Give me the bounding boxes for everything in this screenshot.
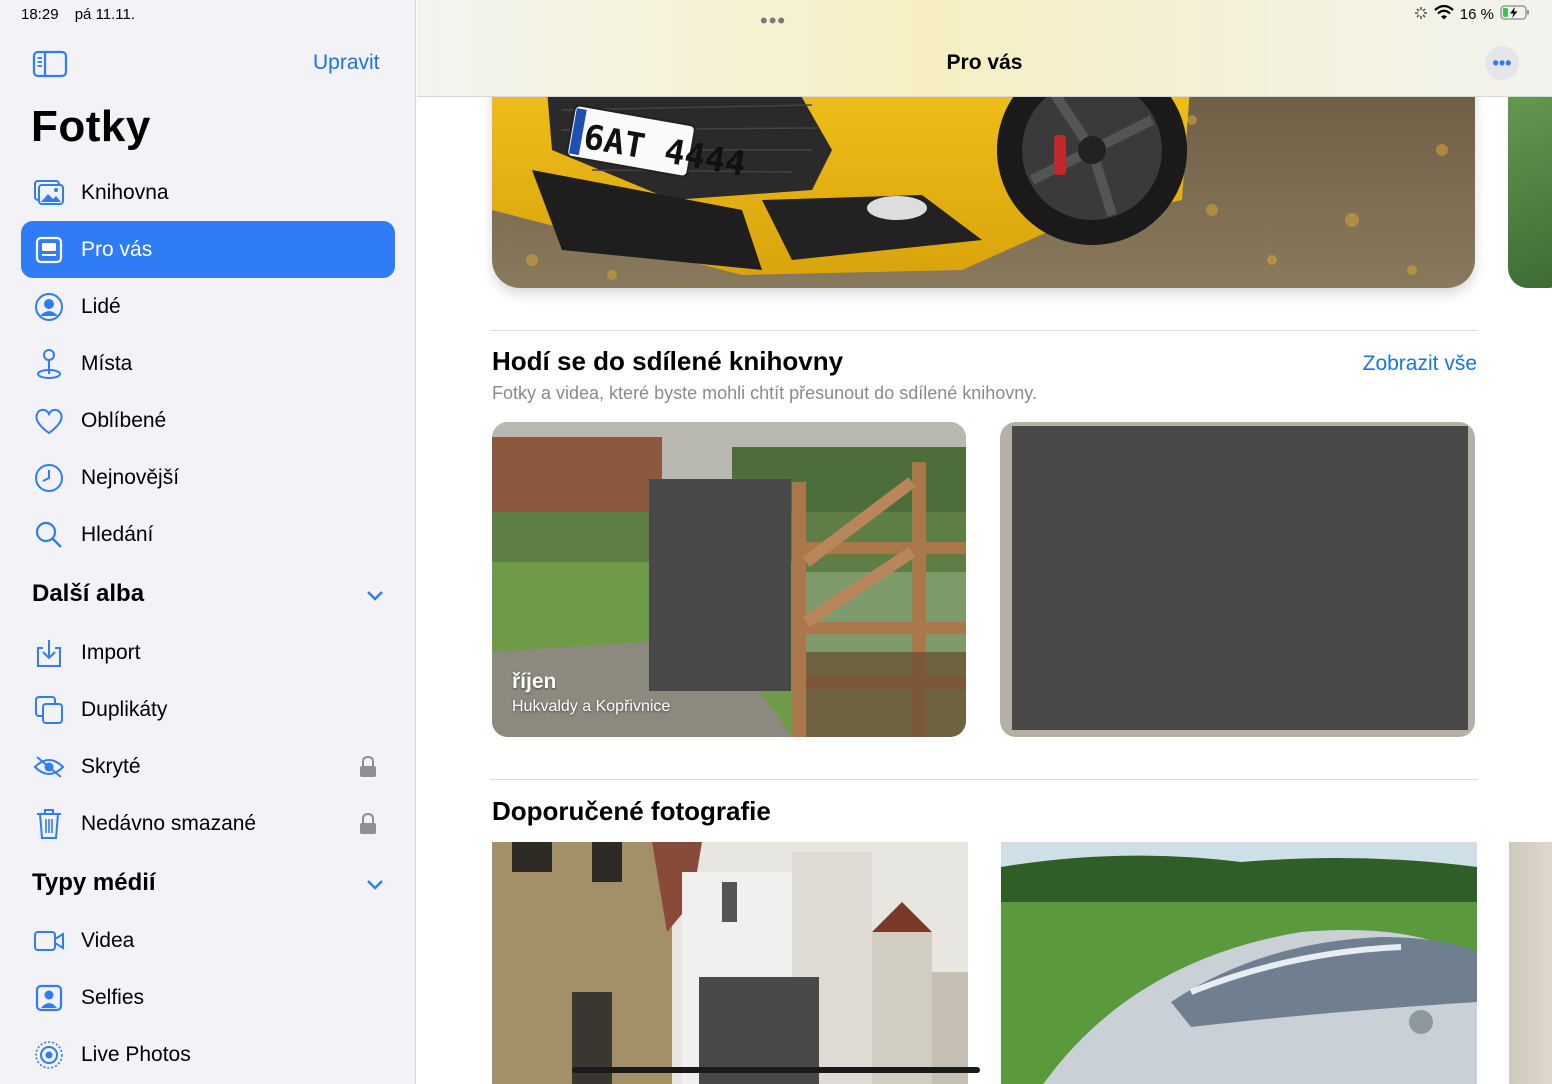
status-time: 18:29: [21, 6, 59, 23]
shared-library-subtitle: Fotky a videa, které byste mohli chtít p…: [492, 383, 1037, 403]
trash-icon: [33, 808, 65, 840]
screen: 18:29 pá 11.11. Upravit Fotky Knihovna P…: [0, 0, 1552, 1084]
clock-icon: [33, 462, 65, 494]
status-bar-left: 18:29 pá 11.11.: [21, 6, 147, 23]
main-content: 6AT 4444 ••• 16 % Pro vás ••• Hodí se do…: [417, 0, 1552, 1084]
import-icon: [33, 637, 65, 669]
sidebar-item-label: Lidé: [81, 294, 121, 318]
edit-button[interactable]: Upravit: [313, 51, 380, 75]
chevron-down-icon[interactable]: [364, 584, 386, 606]
sidebar-item-import[interactable]: Import: [21, 624, 395, 681]
battery-percent: 16 %: [1459, 6, 1494, 23]
navigation-bar: ••• 16 % Pro vás •••: [417, 0, 1552, 97]
sidebar-item-recently-deleted[interactable]: Nedávno smazané: [21, 795, 395, 852]
shared-suggestion-card-october[interactable]: říjen Hukvaldy a Kopřivnice: [492, 422, 966, 737]
people-icon: [33, 291, 65, 323]
section-divider: [490, 330, 1478, 331]
card-title: říjen: [512, 670, 557, 693]
sidebar-item-label: Skryté: [81, 754, 141, 778]
more-options-button[interactable]: •••: [1485, 46, 1519, 80]
redacted-area: [1012, 426, 1468, 730]
hidden-eye-icon: [33, 751, 65, 783]
sidebar-item-places[interactable]: Místa: [21, 335, 395, 392]
meadow-car-photo: [1001, 842, 1477, 1084]
show-all-link[interactable]: Zobrazit vše: [1363, 352, 1477, 376]
duplicates-icon: [33, 694, 65, 726]
sidebar-toggle-icon[interactable]: [32, 50, 68, 78]
sidebar-item-library[interactable]: Knihovna: [21, 164, 395, 221]
multitasking-dots-icon[interactable]: •••: [760, 8, 786, 34]
card-subtitle: Hukvaldy a Kopřivnice: [512, 698, 671, 715]
lock-icon: [359, 812, 377, 835]
for-you-icon: [33, 234, 65, 266]
sidebar-item-label: Videa: [81, 928, 135, 952]
lock-icon: [359, 755, 377, 778]
sidebar-item-label: Nedávno smazané: [81, 811, 257, 835]
featured-photo-next[interactable]: [1509, 842, 1552, 1084]
status-date: pá 11.11.: [74, 6, 136, 23]
section-media-types-header[interactable]: Typy médií: [32, 869, 156, 897]
sidebar-item-videos[interactable]: Videa: [21, 912, 395, 969]
heart-icon: [33, 405, 65, 437]
activity-icon: [1414, 6, 1428, 24]
chevron-down-icon[interactable]: [364, 873, 386, 895]
sidebar-item-hidden[interactable]: Skryté: [21, 738, 395, 795]
wifi-icon: [1434, 4, 1454, 24]
sidebar-item-for-you[interactable]: Pro vás: [21, 221, 395, 278]
battery-charging-icon: [1500, 5, 1530, 24]
sidebar-item-people[interactable]: Lidé: [21, 278, 395, 335]
selfie-icon: [33, 982, 65, 1014]
video-icon: [33, 925, 65, 957]
status-bar-right: 16 %: [1414, 4, 1530, 24]
horizontal-scroll-indicator[interactable]: [572, 1067, 980, 1073]
sidebar-item-label: Live Photos: [81, 1042, 191, 1066]
sidebar-item-label: Nejnovější: [81, 465, 180, 489]
sidebar-item-label: Duplikáty: [81, 697, 168, 721]
photo-library-icon: [33, 177, 65, 209]
shared-suggestion-card-2[interactable]: [1000, 422, 1475, 737]
redacted-area: [649, 479, 791, 691]
sidebar-item-label: Selfies: [81, 985, 145, 1009]
featured-photos-title: Doporučené fotografie: [492, 796, 771, 826]
sidebar-item-search[interactable]: Hledání: [21, 506, 395, 563]
featured-photo-town[interactable]: [492, 842, 968, 1084]
sidebar-item-favorites[interactable]: Oblíbené: [21, 392, 395, 449]
sidebar-item-label: Import: [81, 640, 141, 664]
sidebar: 18:29 pá 11.11. Upravit Fotky Knihovna P…: [0, 0, 416, 1084]
page-title: Pro vás: [946, 51, 1023, 74]
sidebar-item-label: Pro vás: [81, 237, 153, 261]
shared-library-title: Hodí se do sdílené knihovny: [492, 346, 844, 376]
sidebar-title: Fotky: [31, 102, 151, 151]
section-divider: [490, 779, 1478, 780]
map-pin-icon: [33, 348, 65, 380]
sidebar-item-recents[interactable]: Nejnovější: [21, 449, 395, 506]
sidebar-item-label: Knihovna: [81, 180, 169, 204]
sidebar-item-selfies[interactable]: Selfies: [21, 969, 395, 1026]
section-more-albums-header[interactable]: Další alba: [32, 580, 144, 608]
search-icon: [33, 519, 65, 551]
sidebar-item-label: Místa: [81, 351, 133, 375]
sidebar-item-label: Hledání: [81, 522, 154, 546]
sidebar-item-duplicates[interactable]: Duplikáty: [21, 681, 395, 738]
sidebar-item-live-photos[interactable]: Live Photos: [21, 1026, 395, 1083]
sidebar-item-label: Oblíbené: [81, 408, 167, 432]
featured-photo-car-meadow[interactable]: [1001, 842, 1477, 1084]
live-photo-icon: [33, 1039, 65, 1071]
